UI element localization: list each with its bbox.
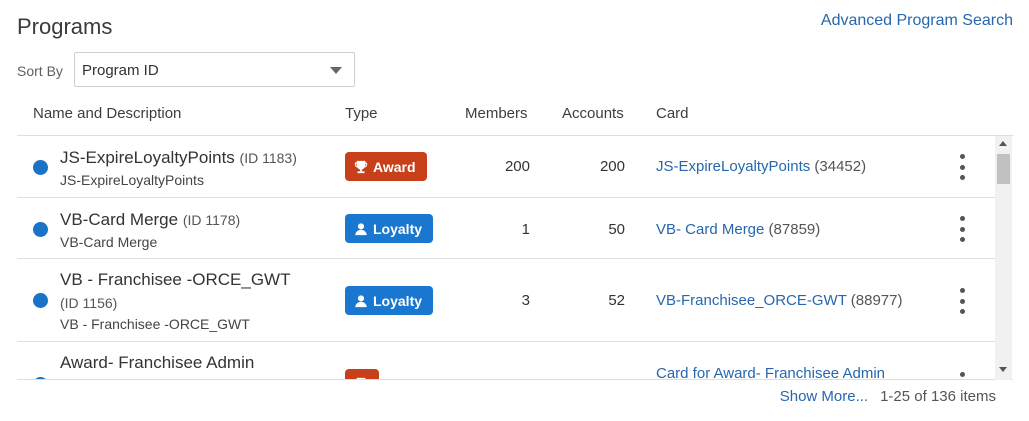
table-footer: Show More... 1-25 of 136 items [780, 388, 996, 405]
more-actions-icon[interactable] [957, 372, 967, 379]
members-count: 3 [521, 292, 530, 309]
members-count: 200 [504, 158, 530, 175]
show-more-link[interactable]: Show More... [780, 388, 868, 405]
more-actions-icon[interactable] [957, 154, 967, 180]
column-header-members[interactable]: Members [465, 105, 528, 122]
card-id: (88977) [850, 292, 903, 309]
column-header-name[interactable]: Name and Description [33, 105, 181, 122]
card-cell[interactable]: JS-ExpireLoyaltyPoints (34452) [656, 158, 866, 175]
sort-by-select[interactable]: Program ID [74, 52, 355, 87]
page-title: Programs [17, 14, 113, 39]
accounts-count: 200 [599, 158, 625, 175]
sort-by-value: Program ID [82, 62, 159, 79]
table-row[interactable]: JS-ExpireLoyaltyPoints (ID 1183) JS-Expi… [17, 136, 995, 198]
type-badge-loyalty: Loyalty [345, 214, 434, 243]
card-link[interactable]: VB-Franchisee_ORCE-GWT [656, 292, 847, 309]
column-header-type[interactable]: Type [345, 105, 378, 122]
members-count: 1 [521, 221, 530, 238]
more-actions-icon[interactable] [957, 216, 967, 242]
card-link[interactable]: Card for Award- Franchisee Admin [656, 365, 885, 379]
program-name[interactable]: Award- Franchisee Admin [60, 353, 254, 373]
program-id: (ID 1156) [60, 295, 118, 311]
table-header: Name and Description Type Members Accoun… [17, 95, 1013, 136]
program-name-text: JS-ExpireLoyaltyPoints [60, 148, 235, 167]
trophy-icon [354, 160, 368, 173]
scroll-down-icon[interactable] [999, 367, 1007, 372]
item-count: 1-25 of 136 items [880, 388, 996, 405]
program-id: (ID 1178) [182, 212, 241, 228]
type-badge-loyalty: Loyalty [345, 286, 434, 315]
programs-table[interactable]: JS-ExpireLoyaltyPoints (ID 1183) JS-Expi… [17, 136, 1013, 380]
scroll-up-icon[interactable] [999, 141, 1007, 146]
type-badge-award [345, 369, 379, 379]
status-dot-icon [33, 160, 48, 175]
card-cell[interactable]: VB-Franchisee_ORCE-GWT (88977) [656, 292, 902, 309]
table-scrollbar[interactable] [995, 136, 1012, 380]
program-name[interactable]: VB - Franchisee -ORCE_GWT [60, 270, 291, 290]
type-badge-label: Loyalty [373, 292, 423, 309]
program-description: VB-Card Merge [60, 234, 158, 250]
card-link[interactable]: JS-ExpireLoyaltyPoints [656, 158, 810, 175]
type-badge-award: Award [345, 152, 427, 181]
accounts-count: 50 [608, 221, 625, 238]
more-actions-icon[interactable] [957, 288, 967, 314]
program-description: JS-ExpireLoyaltyPoints [60, 172, 204, 188]
type-badge-label: Award [373, 158, 416, 175]
advanced-program-search-link[interactable]: Advanced Program Search [821, 12, 1013, 30]
accounts-count: 52 [608, 292, 625, 309]
program-name[interactable]: JS-ExpireLoyaltyPoints (ID 1183) [60, 148, 297, 168]
column-header-accounts[interactable]: Accounts [562, 105, 624, 122]
status-dot-icon [33, 293, 48, 308]
trophy-icon [356, 377, 366, 379]
card-cell[interactable]: VB- Card Merge (87859) [656, 221, 820, 238]
program-description: VB - Franchisee -ORCE_GWT [60, 316, 250, 332]
table-row[interactable]: VB-Card Merge (ID 1178) VB-Card Merge Lo… [17, 198, 995, 259]
type-badge-label: Loyalty [373, 220, 423, 237]
person-icon [355, 294, 367, 307]
program-name[interactable]: VB-Card Merge (ID 1178) [60, 210, 240, 230]
scroll-thumb[interactable] [997, 154, 1010, 184]
program-name-text: VB-Card Merge [60, 210, 179, 229]
card-id: (34452) [814, 158, 867, 175]
table-row[interactable]: VB - Franchisee -ORCE_GWT (ID 1156) VB -… [17, 259, 995, 342]
program-id: (ID 1183) [239, 150, 297, 166]
table-row[interactable]: Award- Franchisee Admin Card for Award- … [17, 342, 995, 379]
status-dot-icon [33, 222, 48, 237]
card-link[interactable]: VB- Card Merge [656, 221, 764, 238]
chevron-down-icon [330, 67, 342, 74]
status-dot-icon [33, 377, 48, 379]
person-icon [355, 222, 367, 235]
sort-by-label: Sort By [17, 63, 63, 79]
column-header-card[interactable]: Card [656, 105, 689, 122]
card-id: (87859) [768, 221, 821, 238]
